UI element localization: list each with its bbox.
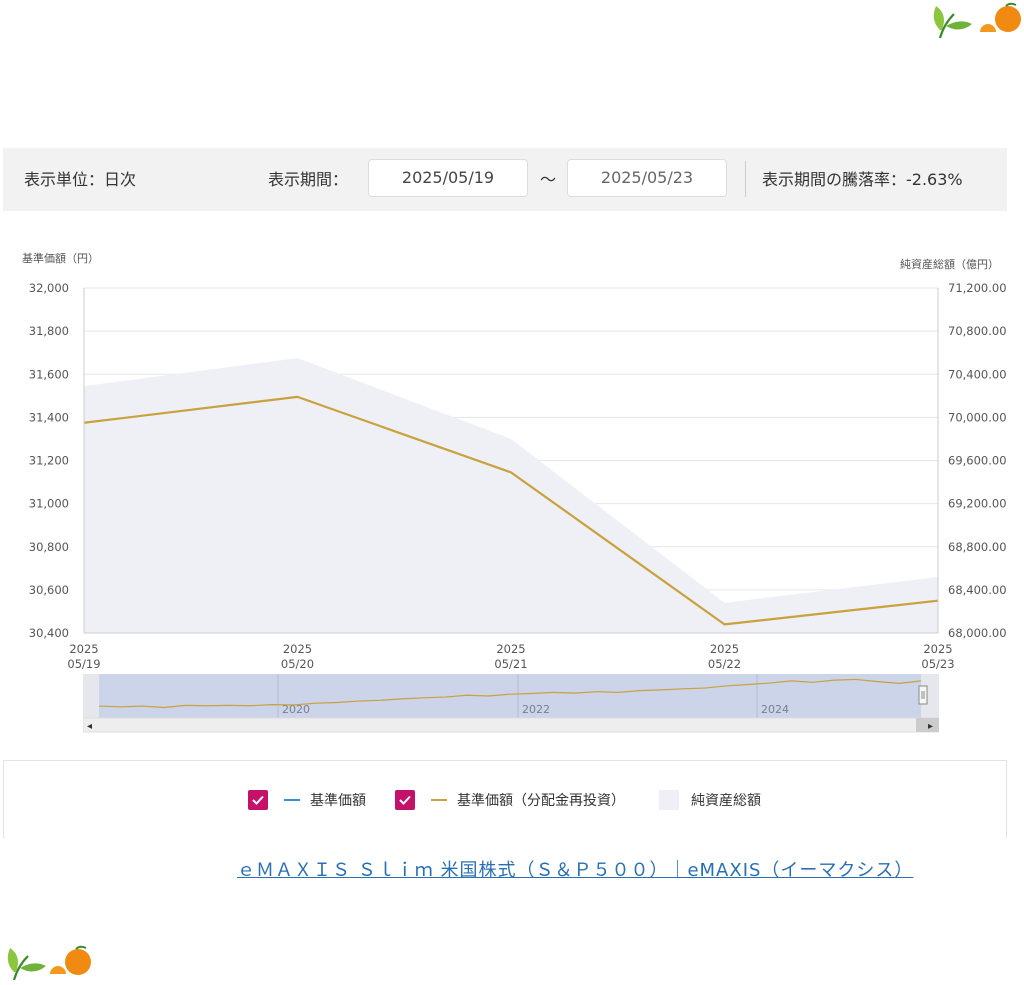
y-left-tick-label: 30,400 (29, 626, 69, 640)
x-tick-date: 05/21 (494, 657, 527, 671)
chart-legend: 基準価額 基準価額（分配金再投資） 純資産総額 (3, 760, 1007, 838)
legend-label: 基準価額 (310, 793, 366, 809)
period-separator: ～ (540, 170, 557, 189)
y-right-tick-label: 71,200.00 (948, 281, 1007, 295)
x-tick-year: 2025 (923, 642, 952, 656)
x-tick-year: 2025 (496, 642, 525, 656)
legend-line-swatch (431, 799, 447, 801)
x-tick-year: 2025 (69, 642, 98, 656)
y-right-tick-label: 68,400.00 (948, 583, 1007, 597)
fund-page-link[interactable]: ｅＭＡＸＩＳ Ｓｌｉｍ 米国株式（Ｓ＆Ｐ５００）｜eMAXIS（イーマクシス） (237, 856, 913, 882)
y-right-tick-label: 70,400.00 (948, 367, 1007, 381)
y-left-tick-label: 31,000 (29, 497, 69, 511)
legend-label: 純資産総額 (691, 793, 761, 809)
x-tick-date: 05/19 (67, 657, 100, 671)
end-date-input[interactable]: 2025/05/23 (567, 159, 727, 197)
y-right-tick-label: 69,200.00 (948, 497, 1007, 511)
y-left-tick-label: 31,600 (29, 367, 69, 381)
y-right-tick-label: 69,600.00 (948, 454, 1007, 468)
checkmark-icon (252, 795, 264, 805)
y-left-tick-label: 30,800 (29, 540, 69, 554)
y-left-tick-label: 30,600 (29, 583, 69, 597)
navigator-year-label: 2022 (522, 703, 550, 716)
navigator-scrollbar[interactable] (83, 717, 939, 733)
x-tick-date: 05/23 (921, 657, 954, 671)
legend-checkbox[interactable] (395, 790, 415, 810)
period-change-rate: 表示期間の騰落率：-2.63% (762, 170, 963, 189)
y-right-tick-label: 68,000.00 (948, 626, 1007, 640)
display-unit-label: 表示単位：日次 (24, 170, 137, 189)
legend-item-nav-reinvested[interactable]: 基準価額（分配金再投資） (395, 789, 625, 811)
display-controls-bar: 表示単位：日次 表示期間： 2025/05/19 ～ 2025/05/23 表示… (3, 148, 1007, 211)
navigator-handle-right[interactable] (918, 685, 928, 705)
legend-checkbox[interactable] (248, 790, 268, 810)
x-tick-date: 05/20 (281, 657, 314, 671)
y-right-tick-label: 70,800.00 (948, 324, 1007, 338)
net-assets-area (84, 358, 938, 633)
y-left-tick-label: 31,800 (29, 324, 69, 338)
display-period-label: 表示期間： (268, 170, 349, 189)
legend-label: 基準価額（分配金再投資） (457, 793, 625, 809)
leaf-orange-logo-icon (933, 2, 1021, 39)
price-chart: 基準価額（円） 純資産総額（億円） 32,000 71,200.00 31,800 7… (22, 251, 1007, 671)
divider (745, 161, 746, 197)
navigator-selected-range (99, 674, 921, 718)
y-left-tick-label: 31,200 (29, 454, 69, 468)
leaf-orange-logo-icon (7, 945, 91, 981)
x-tick-year: 2025 (283, 642, 312, 656)
y-right-tick-label: 68,800.00 (948, 540, 1007, 554)
x-tick-date: 05/22 (708, 657, 741, 671)
y-left-tick-label: 31,400 (29, 410, 69, 424)
range-navigator[interactable]: 2020 2022 2024 ◂ ▸ (83, 672, 939, 734)
legend-item-net-assets[interactable]: 純資産総額 (659, 789, 761, 811)
scroll-right-arrow[interactable]: ▸ (928, 721, 933, 732)
y-left-axis-title: 基準価額（円） (22, 251, 99, 265)
scroll-left-arrow[interactable]: ◂ (87, 721, 92, 732)
y-right-axis-title: 純資産総額（億円） (900, 257, 999, 271)
x-tick-year: 2025 (710, 642, 739, 656)
legend-item-nav[interactable]: 基準価額 (248, 789, 366, 811)
checkmark-icon (399, 795, 411, 805)
legend-line-swatch (284, 799, 300, 801)
start-date-input[interactable]: 2025/05/19 (368, 159, 528, 197)
navigator-year-label: 2024 (761, 703, 789, 716)
y-left-tick-label: 32,000 (29, 281, 69, 295)
area-layer (84, 358, 938, 633)
legend-area-swatch (659, 790, 679, 810)
y-right-tick-label: 70,000.00 (948, 410, 1007, 424)
